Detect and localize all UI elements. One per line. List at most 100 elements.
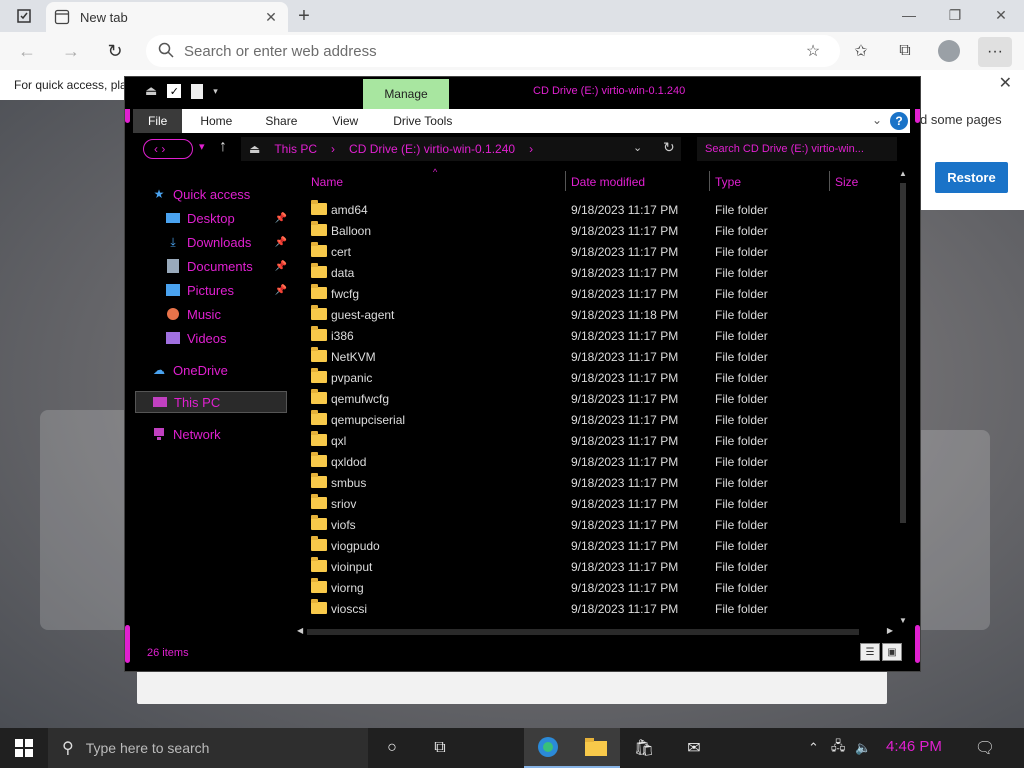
- minimize-icon[interactable]: —: [886, 0, 932, 30]
- collections-icon[interactable]: ⧉: [890, 36, 920, 66]
- scroll-right-icon[interactable]: ▶: [887, 626, 893, 635]
- recent-locations-icon[interactable]: ▾: [199, 140, 205, 153]
- scroll-thumb[interactable]: [307, 629, 859, 635]
- refresh-icon[interactable]: ↻: [100, 36, 130, 66]
- table-row[interactable]: qemupciserial 9/18/2023 11:17 PM File fold…: [295, 409, 897, 430]
- table-row[interactable]: cert 9/18/2023 11:17 PM File folder: [295, 241, 897, 262]
- details-view-icon[interactable]: ☰: [860, 643, 880, 661]
- tab-file[interactable]: File: [133, 109, 183, 133]
- show-hidden-icons-icon[interactable]: ⌃: [808, 740, 819, 756]
- pin-icon[interactable]: 📌: [275, 285, 287, 296]
- nav-item-quick-access[interactable]: ★ Quick access: [151, 183, 311, 205]
- new-tab-button[interactable]: +: [290, 5, 318, 27]
- large-icons-view-icon[interactable]: ▣: [882, 643, 902, 661]
- close-window-icon[interactable]: ✕: [978, 0, 1024, 30]
- tab-home[interactable]: Home: [182, 109, 250, 133]
- add-favorite-icon[interactable]: ☆: [798, 36, 828, 66]
- table-row[interactable]: vioinput 9/18/2023 11:17 PM File folder: [295, 556, 897, 577]
- volume-icon[interactable]: 🔈: [855, 740, 871, 756]
- scroll-up-icon[interactable]: ▲: [899, 169, 907, 178]
- nav-item-documents[interactable]: Documents 📌: [165, 255, 293, 277]
- nav-item-downloads[interactable]: ⤓ Downloads 📌: [165, 231, 293, 253]
- table-row[interactable]: i386 9/18/2023 11:17 PM File folder: [295, 325, 897, 346]
- file-explorer-icon[interactable]: [572, 728, 620, 768]
- close-tab-icon[interactable]: ✕: [262, 8, 280, 26]
- browser-tab[interactable]: New tab ✕: [46, 2, 288, 32]
- scroll-left-icon[interactable]: ◀: [297, 626, 303, 635]
- table-row[interactable]: vioscsi 9/18/2023 11:17 PM File folder: [295, 598, 897, 619]
- tab-actions-icon[interactable]: [8, 5, 40, 27]
- address-dropdown-icon[interactable]: ⌄: [633, 141, 642, 154]
- favorites-icon[interactable]: ✩: [846, 36, 876, 66]
- table-row[interactable]: qxl 9/18/2023 11:17 PM File folder: [295, 430, 897, 451]
- nav-item-pictures[interactable]: Pictures 📌: [165, 279, 293, 301]
- vertical-scrollbar[interactable]: ▲ ▼: [897, 169, 909, 625]
- nav-item-onedrive[interactable]: ☁ OneDrive: [151, 359, 311, 381]
- nav-item-desktop[interactable]: Desktop 📌: [165, 207, 293, 229]
- nav-item-music[interactable]: Music: [165, 303, 293, 325]
- table-row[interactable]: qemufwcfg 9/18/2023 11:17 PM File folder: [295, 388, 897, 409]
- table-row[interactable]: qxldod 9/18/2023 11:17 PM File folder: [295, 451, 897, 472]
- table-row[interactable]: sriov 9/18/2023 11:17 PM File folder: [295, 493, 897, 514]
- properties-icon[interactable]: ✓: [167, 84, 182, 98]
- taskbar-search[interactable]: ⚲ Type here to search: [48, 728, 368, 768]
- windows-start-icon[interactable]: [0, 728, 48, 768]
- column-size[interactable]: Size: [835, 175, 858, 189]
- nav-item-network[interactable]: Network: [151, 423, 311, 445]
- edge-icon[interactable]: [524, 728, 572, 768]
- more-options-icon[interactable]: ···: [978, 37, 1012, 67]
- tab-view[interactable]: View: [312, 109, 378, 133]
- breadcrumb-cd-drive[interactable]: CD Drive (E:) virtio-win-0.1.240: [349, 142, 515, 156]
- tab-drive-tools[interactable]: Drive Tools: [378, 109, 467, 133]
- table-row[interactable]: amd64 9/18/2023 11:17 PM File folder: [295, 199, 897, 220]
- cortana-icon[interactable]: ○: [368, 728, 416, 768]
- task-view-icon[interactable]: ⧉: [416, 728, 464, 768]
- restore-window-icon[interactable]: ❐: [932, 0, 978, 30]
- profile-avatar[interactable]: [938, 40, 960, 62]
- scroll-down-icon[interactable]: ▼: [899, 616, 907, 625]
- address-input[interactable]: [184, 42, 784, 60]
- customize-toolbar-icon[interactable]: ▾: [213, 86, 218, 97]
- horizontal-scrollbar[interactable]: ◀ ▶: [295, 626, 895, 638]
- nav-item-this-pc[interactable]: This PC: [135, 391, 287, 413]
- forward-arrow-icon[interactable]: →: [56, 36, 86, 66]
- column-type[interactable]: Type: [715, 175, 741, 189]
- network-icon[interactable]: 🖧: [831, 737, 846, 759]
- scroll-thumb[interactable]: [900, 183, 906, 523]
- pin-icon[interactable]: 📌: [275, 237, 287, 248]
- table-row[interactable]: NetKVM 9/18/2023 11:17 PM File folder: [295, 346, 897, 367]
- back-arrow-icon[interactable]: ←: [12, 36, 42, 66]
- taskbar-clock[interactable]: 4:46 PM: [886, 738, 942, 755]
- pin-icon[interactable]: 📌: [275, 213, 287, 224]
- table-row[interactable]: Balloon 9/18/2023 11:17 PM File folder: [295, 220, 897, 241]
- table-row[interactable]: pvpanic 9/18/2023 11:17 PM File folder: [295, 367, 897, 388]
- notifications-icon[interactable]: 🗨: [972, 736, 998, 760]
- pin-icon[interactable]: 📌: [275, 261, 287, 272]
- close-infobar-icon[interactable]: ✕: [999, 73, 1012, 93]
- breadcrumb-this-pc[interactable]: This PC: [274, 142, 317, 156]
- back-forward-button[interactable]: ‹ ›: [143, 139, 193, 159]
- store-icon[interactable]: 🛍: [620, 728, 668, 768]
- column-name[interactable]: Name: [311, 175, 343, 189]
- column-date-modified[interactable]: Date modified: [571, 175, 645, 189]
- explorer-search-box[interactable]: Search CD Drive (E:) virtio-win...: [697, 137, 897, 161]
- table-row[interactable]: viofs 9/18/2023 11:17 PM File folder: [295, 514, 897, 535]
- table-row[interactable]: data 9/18/2023 11:17 PM File folder: [295, 262, 897, 283]
- nav-item-videos[interactable]: Videos: [165, 327, 293, 349]
- table-row[interactable]: fwcfg 9/18/2023 11:17 PM File folder: [295, 283, 897, 304]
- new-folder-icon[interactable]: [191, 83, 204, 99]
- manage-tab[interactable]: Manage: [363, 79, 449, 109]
- up-arrow-icon[interactable]: ↑: [219, 138, 227, 156]
- address-bar[interactable]: [146, 35, 840, 67]
- table-row[interactable]: viorng 9/18/2023 11:17 PM File folder: [295, 577, 897, 598]
- table-row[interactable]: guest-agent 9/18/2023 11:18 PM File folder: [295, 304, 897, 325]
- help-icon[interactable]: ?: [890, 112, 908, 130]
- expand-ribbon-icon[interactable]: ⌄: [872, 113, 882, 127]
- explorer-address-bar[interactable]: ⏏ This PC › CD Drive (E:) virtio-win-0.1…: [241, 137, 681, 161]
- table-row[interactable]: viogpudo 9/18/2023 11:17 PM File folder: [295, 535, 897, 556]
- mail-icon[interactable]: ✉: [670, 728, 718, 768]
- restore-button[interactable]: Restore: [935, 162, 1008, 193]
- table-row[interactable]: smbus 9/18/2023 11:17 PM File folder: [295, 472, 897, 493]
- refresh-icon[interactable]: ↻: [663, 139, 675, 156]
- tab-share[interactable]: Share: [250, 109, 312, 133]
